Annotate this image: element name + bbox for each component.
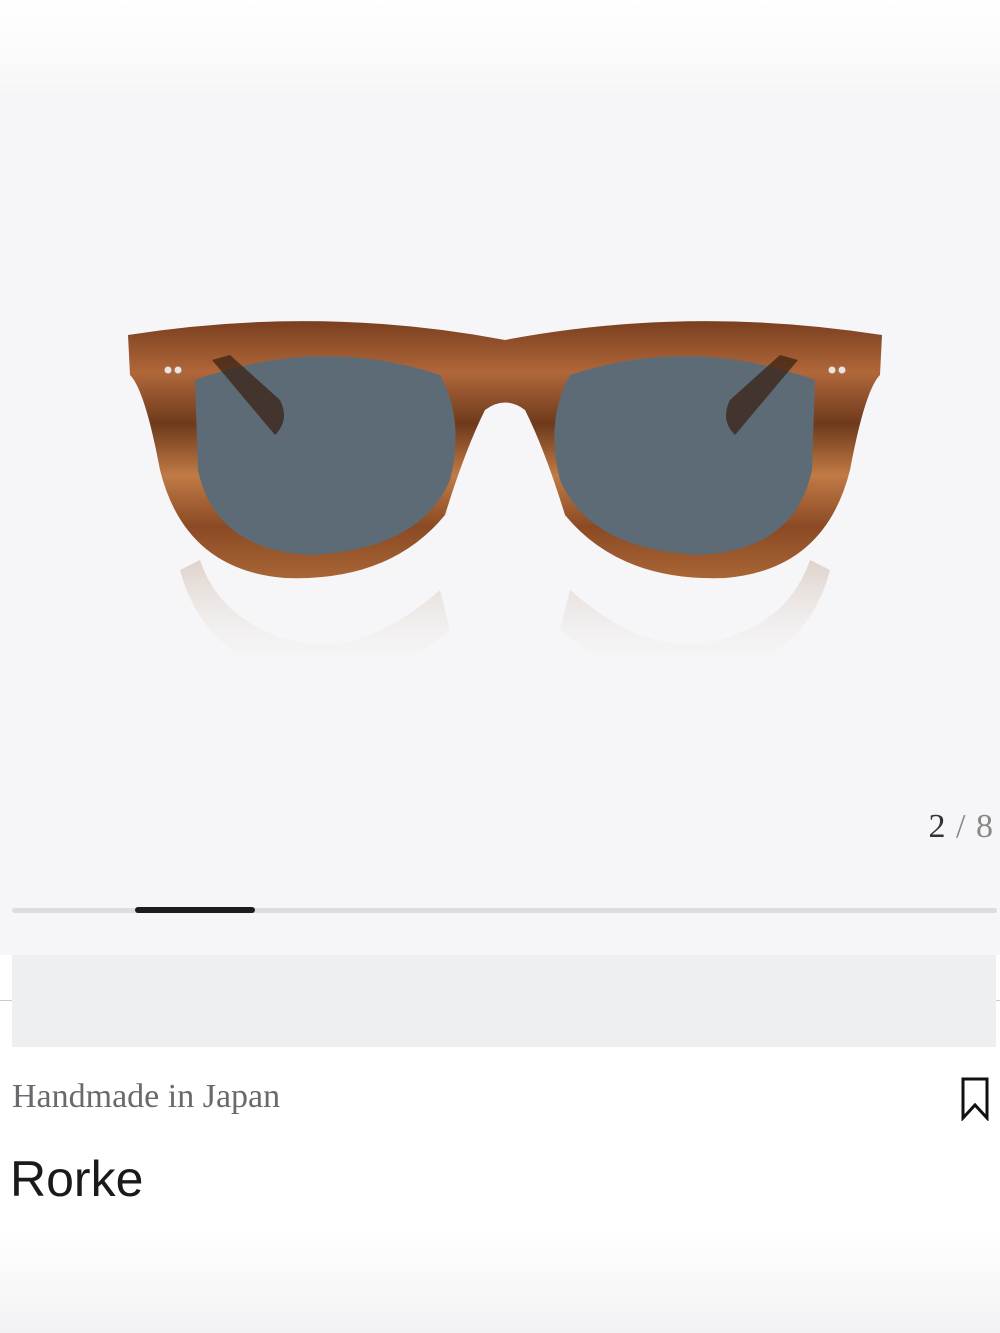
gallery-current-index: 2 [928,808,947,845]
gallery-top-fade [0,0,1000,100]
product-origin: Handmade in Japan [12,1078,281,1115]
promo-banner-placeholder [12,955,996,1047]
bookmark-icon[interactable] [960,1077,990,1121]
gallery-counter: 2 / 8 [929,808,994,846]
product-image-gallery[interactable]: 2 / 8 [0,0,1000,955]
gallery-total-count: 8 [976,808,994,845]
sunglasses-image [128,321,882,683]
product-title: Rorke [10,1151,144,1207]
bottom-fade [0,1230,1000,1333]
gallery-progress-thumb[interactable] [135,907,255,913]
gallery-counter-separator: / [956,808,967,845]
